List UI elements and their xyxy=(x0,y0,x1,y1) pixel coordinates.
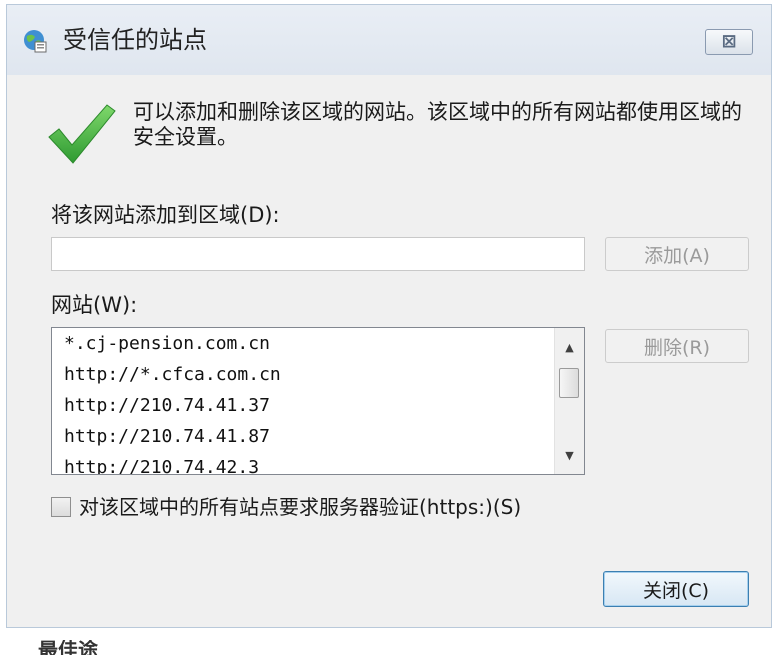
add-site-input[interactable] xyxy=(51,237,585,271)
list-item[interactable]: *.cj-pension.com.cn xyxy=(52,328,550,359)
scroll-thumb[interactable] xyxy=(559,368,579,398)
sites-list: *.cj-pension.com.cn http://*.cfca.com.cn… xyxy=(52,328,550,474)
sites-label: 网站(W): xyxy=(51,293,138,317)
list-item[interactable]: http://*.cfca.com.cn xyxy=(52,359,550,390)
list-item[interactable]: http://210.74.41.37 xyxy=(52,390,550,421)
info-text: 可以添加和删除该区域的网站。该区域中的所有网站都使用区域的安全设置。 xyxy=(133,100,742,149)
https-checkbox-label: 对该区域中的所有站点要求服务器验证(https:)(S) xyxy=(79,495,522,519)
window-title: 受信任的站点 xyxy=(63,26,207,54)
add-button[interactable]: 添加(A) xyxy=(605,237,749,271)
trusted-sites-globe-icon xyxy=(24,30,47,53)
background-page-text: 最佳途 xyxy=(38,640,98,655)
sites-listbox[interactable]: *.cj-pension.com.cn http://*.cfca.com.cn… xyxy=(51,327,585,475)
https-checkbox[interactable] xyxy=(51,497,71,517)
title-bar[interactable]: 受信任的站点 ⊠ xyxy=(7,5,771,75)
list-item[interactable]: http://210.74.42.3 xyxy=(52,452,550,474)
add-site-label: 将该网站添加到区域(D): xyxy=(51,203,280,227)
scroll-down-arrow-icon[interactable]: ▼ xyxy=(555,442,584,468)
close-icon: ⊠ xyxy=(721,31,737,52)
trusted-sites-dialog: 受信任的站点 ⊠ 可以添加和删除该区域的网站。该区域中的所有网站都使用区域的安全… xyxy=(6,4,772,628)
close-window-button[interactable]: ⊠ xyxy=(705,29,753,55)
https-checkbox-row[interactable]: 对该区域中的所有站点要求服务器验证(https:)(S) xyxy=(51,495,521,519)
scroll-up-arrow-icon[interactable]: ▲ xyxy=(555,334,584,360)
sites-scrollbar[interactable]: ▲ ▼ xyxy=(554,328,584,474)
list-item[interactable]: http://210.74.41.87 xyxy=(52,421,550,452)
remove-button[interactable]: 删除(R) xyxy=(605,329,749,363)
checkmark-icon xyxy=(48,104,116,164)
close-button[interactable]: 关闭(C) xyxy=(603,571,749,607)
